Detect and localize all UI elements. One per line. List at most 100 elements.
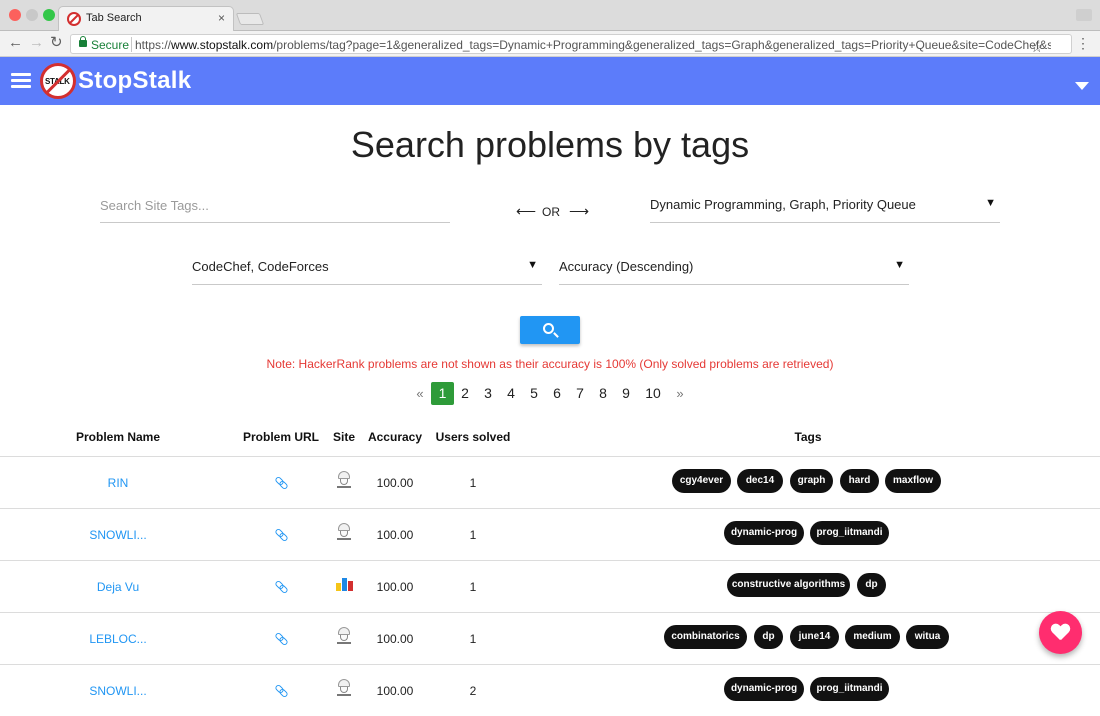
tag-chip[interactable]: constructive algorithms bbox=[727, 573, 850, 597]
hackerrank-note: Note: HackerRank problems are not shown … bbox=[266, 357, 834, 371]
pagination-page-2[interactable]: 2 bbox=[457, 382, 473, 405]
pagination-page-6[interactable]: 6 bbox=[549, 382, 565, 405]
problem-url-link-icon[interactable] bbox=[275, 581, 287, 591]
table-row: LEBLOC... 100.00 1 combinatorics dp june… bbox=[0, 612, 1100, 664]
new-tab-button[interactable] bbox=[235, 13, 265, 25]
chevron-down-icon: ▼ bbox=[985, 197, 996, 209]
minimize-window-button[interactable] bbox=[26, 9, 38, 21]
reload-button[interactable]: ↻ bbox=[50, 35, 63, 51]
favorite-button[interactable] bbox=[1039, 611, 1082, 654]
stopstalk-logo-icon[interactable]: STALK bbox=[40, 63, 76, 99]
tag-chip[interactable]: dynamic-prog bbox=[724, 677, 804, 701]
codechef-site-icon bbox=[336, 679, 352, 697]
tag-chip[interactable]: dp bbox=[754, 625, 783, 649]
pagination-page-4[interactable]: 4 bbox=[503, 382, 519, 405]
pagination-page-5[interactable]: 5 bbox=[526, 382, 542, 405]
pagination-page-1[interactable]: 1 bbox=[431, 382, 454, 405]
problem-name-link[interactable]: Deja Vu bbox=[68, 580, 168, 594]
pagination-page-7[interactable]: 7 bbox=[572, 382, 588, 405]
sort-value: Accuracy (Descending) bbox=[559, 259, 694, 274]
pagination-page-8[interactable]: 8 bbox=[595, 382, 611, 405]
url-path: /problems/tag?page=1&generalized_tags=Dy… bbox=[273, 38, 1051, 52]
table-row: SNOWLI... 100.00 2 dynamic-prog prog_iit… bbox=[0, 664, 1100, 716]
sort-select[interactable]: Accuracy (Descending) ▼ bbox=[559, 259, 909, 285]
tag-chip[interactable]: witua bbox=[906, 625, 949, 649]
hamburger-menu-icon[interactable] bbox=[11, 73, 31, 89]
generalized-tags-select[interactable]: Dynamic Programming, Graph, Priority Que… bbox=[650, 197, 1000, 223]
generalized-tags-value: Dynamic Programming, Graph, Priority Que… bbox=[650, 197, 916, 212]
site-tags-search-input[interactable] bbox=[100, 198, 450, 213]
accuracy-value: 100.00 bbox=[376, 476, 414, 490]
tag-chip[interactable]: maxflow bbox=[885, 469, 941, 493]
accuracy-value: 100.00 bbox=[376, 632, 414, 646]
url-text[interactable]: https://www.stopstalk.com/problems/tag?p… bbox=[135, 38, 1051, 52]
tag-chip[interactable]: hard bbox=[840, 469, 879, 493]
tab-title: Tab Search bbox=[86, 12, 142, 24]
codechef-site-icon bbox=[336, 627, 352, 645]
sites-value: CodeChef, CodeForces bbox=[192, 259, 329, 274]
column-header-site: Site bbox=[332, 430, 355, 444]
problem-url-link-icon[interactable] bbox=[275, 529, 287, 539]
lock-icon bbox=[79, 36, 87, 47]
pagination-page-10[interactable]: 10 bbox=[642, 382, 664, 405]
tag-chip[interactable]: dec14 bbox=[737, 469, 783, 493]
users-solved-value: 1 bbox=[469, 580, 477, 594]
tag-chip[interactable]: prog_iitmandi bbox=[810, 521, 889, 545]
right-arrow-icon: ⟶ bbox=[569, 203, 590, 219]
problem-name-link[interactable]: LEBLOC... bbox=[68, 632, 168, 646]
bookmark-star-icon[interactable]: ☆ bbox=[1030, 39, 1043, 56]
accuracy-value: 100.00 bbox=[376, 580, 414, 594]
tag-chip[interactable]: medium bbox=[845, 625, 900, 649]
sites-select[interactable]: CodeChef, CodeForces ▼ bbox=[192, 259, 542, 285]
browser-tab[interactable]: Tab Search × bbox=[58, 6, 234, 32]
brand-name[interactable]: StopStalk bbox=[78, 67, 191, 95]
column-header-accuracy: Accuracy bbox=[367, 430, 423, 444]
close-window-button[interactable] bbox=[9, 9, 21, 21]
problem-url-link-icon[interactable] bbox=[275, 685, 287, 695]
column-header-users-solved: Users solved bbox=[435, 430, 511, 444]
tag-chip[interactable]: prog_iitmandi bbox=[810, 677, 889, 701]
chevron-down-icon: ▼ bbox=[894, 259, 905, 271]
pagination-page-9[interactable]: 9 bbox=[618, 382, 634, 405]
secure-label: Secure bbox=[91, 38, 130, 52]
url-host: www.stopstalk.com bbox=[171, 38, 274, 52]
or-label: OR bbox=[542, 205, 560, 219]
table-row: Deja Vu 100.00 1 constructive algorithms… bbox=[0, 560, 1100, 612]
tab-close-icon[interactable]: × bbox=[218, 11, 225, 25]
table-row: SNOWLI... 100.00 1 dynamic-prog prog_iit… bbox=[0, 508, 1100, 560]
account-dropdown-icon[interactable] bbox=[1075, 82, 1089, 90]
stopstalk-favicon-icon bbox=[67, 12, 81, 26]
problem-name-link[interactable]: SNOWLI... bbox=[68, 684, 168, 698]
tag-chip[interactable]: cgy4ever bbox=[672, 469, 731, 493]
tag-chip[interactable]: dynamic-prog bbox=[724, 521, 804, 545]
tag-chip[interactable]: june14 bbox=[790, 625, 839, 649]
pagination-prev[interactable]: « bbox=[412, 382, 428, 405]
problem-url-link-icon[interactable] bbox=[275, 633, 287, 643]
search-button[interactable] bbox=[520, 316, 580, 344]
tag-chip[interactable]: dp bbox=[857, 573, 886, 597]
problem-url-link-icon[interactable] bbox=[275, 477, 287, 487]
pagination-page-3[interactable]: 3 bbox=[480, 382, 496, 405]
accuracy-value: 100.00 bbox=[376, 528, 414, 542]
tag-chip[interactable]: graph bbox=[790, 469, 833, 493]
browser-tab-strip: Tab Search × bbox=[0, 0, 1100, 32]
problem-name-link[interactable]: SNOWLI... bbox=[68, 528, 168, 542]
address-bar[interactable]: Secure https://www.stopstalk.com/problem… bbox=[70, 34, 1072, 56]
tag-chip[interactable]: combinatorics bbox=[664, 625, 747, 649]
column-header-problem-url: Problem URL bbox=[242, 430, 319, 444]
chevron-down-icon: ▼ bbox=[527, 259, 538, 271]
users-solved-value: 2 bbox=[469, 684, 477, 698]
codeforces-site-icon bbox=[336, 577, 354, 591]
table-row: RIN 100.00 1 cgy4ever dec14 graph hard m… bbox=[0, 456, 1100, 508]
maximize-window-button[interactable] bbox=[43, 9, 55, 21]
profile-icon[interactable] bbox=[1076, 9, 1092, 21]
forward-button[interactable]: → bbox=[29, 35, 44, 51]
pagination-next[interactable]: » bbox=[672, 382, 688, 405]
column-header-problem-name: Problem Name bbox=[75, 430, 161, 444]
problem-name-link[interactable]: RIN bbox=[68, 476, 168, 490]
users-solved-value: 1 bbox=[469, 632, 477, 646]
back-button[interactable]: ← bbox=[8, 35, 23, 51]
site-tags-search-field[interactable] bbox=[100, 197, 450, 223]
users-solved-value: 1 bbox=[469, 476, 477, 490]
browser-menu-icon[interactable]: ⋮ bbox=[1076, 35, 1090, 52]
